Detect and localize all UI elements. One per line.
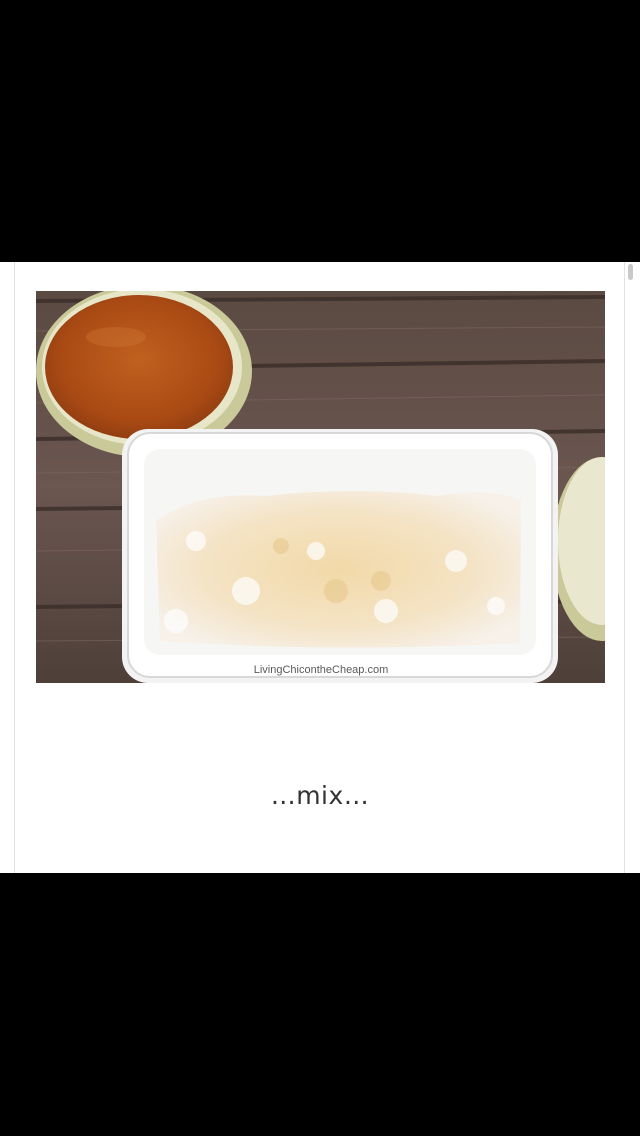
top-letterbox (0, 0, 640, 262)
recipe-photo: LivingChicontheCheap.com (36, 291, 605, 683)
caption-text: …mix… (270, 781, 370, 810)
watermark-text: LivingChicontheCheap.com (254, 664, 389, 676)
content-panel: LivingChicontheCheap.com …mix… (0, 262, 640, 873)
scrollbar[interactable] (628, 264, 633, 280)
bottom-letterbox (0, 873, 640, 1136)
